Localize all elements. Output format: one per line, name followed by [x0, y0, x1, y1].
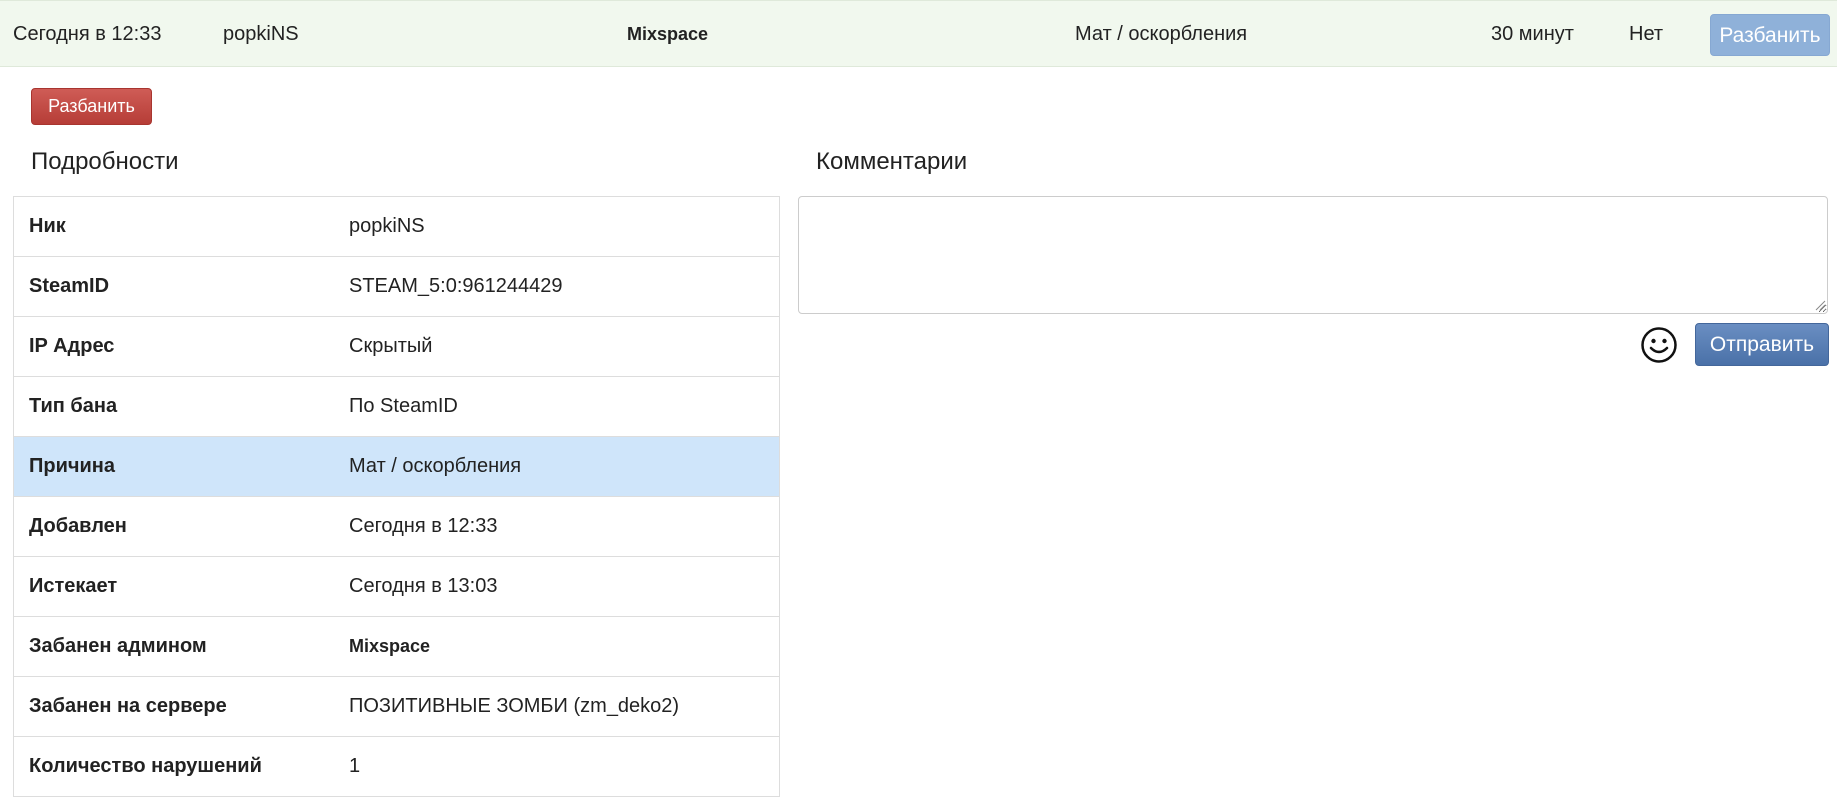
details-value: popkiNS — [334, 196, 780, 257]
details-value: Сегодня в 12:33 — [334, 496, 780, 557]
summary-reason: Мат / оскорбления — [1075, 23, 1248, 45]
resize-handle-icon[interactable] — [1815, 300, 1826, 311]
details-row-ip: IP Адрес Скрытый — [13, 316, 780, 377]
details-row-violations: Количество нарушений 1 — [13, 736, 780, 797]
unban-button[interactable]: Разбанить — [31, 88, 152, 125]
details-key: Ник — [13, 196, 334, 257]
details-value: По SteamID — [334, 376, 780, 437]
summary-unban-button[interactable]: Разбанить — [1710, 14, 1830, 56]
summary-duration: 30 минут — [1491, 23, 1574, 45]
details-row-expires: Истекает Сегодня в 13:03 — [13, 556, 780, 617]
details-key: SteamID — [13, 256, 334, 317]
ban-summary-row[interactable]: Сегодня в 12:33 popkiNS Mixspace Мат / о… — [0, 0, 1837, 67]
details-key: Тип бана — [13, 376, 334, 437]
details-value: 1 — [334, 736, 780, 797]
details-value: Мат / оскорбления — [334, 436, 780, 497]
summary-admin: Mixspace — [627, 24, 709, 44]
details-row-added: Добавлен Сегодня в 12:33 — [13, 496, 780, 557]
details-key: Забанен админом — [13, 616, 334, 677]
details-row-admin: Забанен админом Mixspace — [13, 616, 780, 677]
details-title: Подробности — [31, 148, 179, 175]
details-value: STEAM_5:0:961244429 — [334, 256, 780, 317]
details-table: Ник popkiNS SteamID STEAM_5:0:961244429 … — [13, 196, 780, 797]
details-row-server: Забанен на сервере ПОЗИТИВНЫЕ ЗОМБИ (zm_… — [13, 676, 780, 737]
comments-title: Комментарии — [816, 148, 968, 175]
details-value: Сегодня в 13:03 — [334, 556, 780, 617]
details-key: IP Адрес — [13, 316, 334, 377]
details-value: Скрытый — [334, 316, 780, 377]
details-value: ПОЗИТИВНЫЕ ЗОМБИ (zm_deko2) — [334, 676, 780, 737]
details-row-reason: Причина Мат / оскорбления — [13, 436, 780, 497]
send-comment-button[interactable]: Отправить — [1695, 323, 1829, 366]
details-value-admin-link[interactable]: Mixspace — [334, 616, 780, 677]
details-key: Истекает — [13, 556, 334, 617]
comment-input[interactable] — [798, 196, 1828, 314]
details-key: Добавлен — [13, 496, 334, 557]
details-row-steamid: SteamID STEAM_5:0:961244429 — [13, 256, 780, 317]
details-key: Причина — [13, 436, 334, 497]
summary-nick: popkiNS — [223, 23, 299, 45]
summary-date: Сегодня в 12:33 — [13, 23, 162, 45]
details-row-ban-type: Тип бана По SteamID — [13, 376, 780, 437]
summary-expired: Нет — [1629, 23, 1664, 45]
details-key: Забанен на сервере — [13, 676, 334, 737]
details-row-nick: Ник popkiNS — [13, 196, 780, 257]
details-key: Количество нарушений — [13, 736, 334, 797]
smiley-icon[interactable] — [1640, 326, 1678, 364]
